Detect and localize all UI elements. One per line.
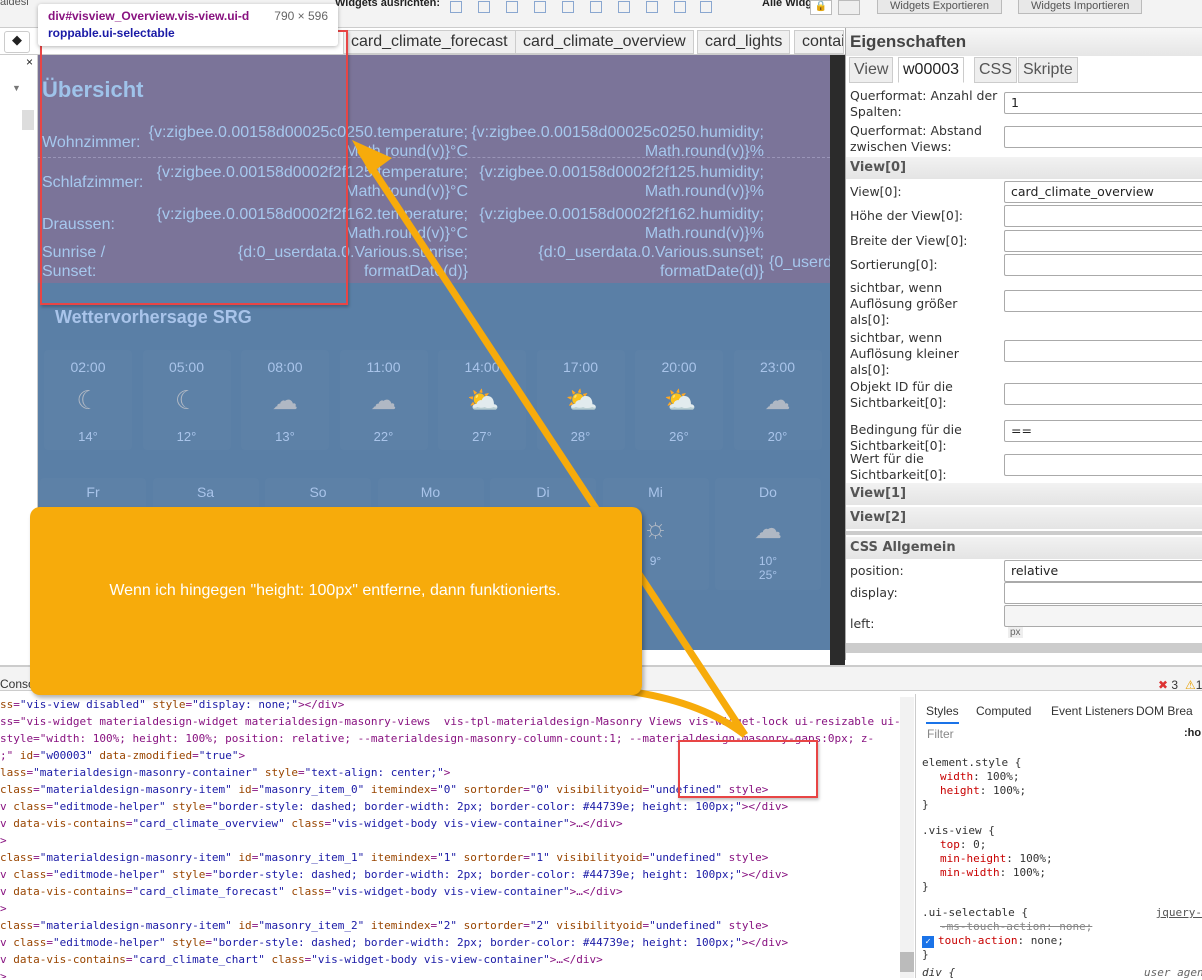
callout-text: Wenn ich hingegen "height: 100px" entfer… <box>109 582 561 599</box>
inspector-tooltip: div#visview_Overview.vis-view.ui-d 790 × … <box>38 4 338 46</box>
tooltip-selector-cont: roppable.ui-selectable <box>48 26 175 40</box>
annotation-callout: Wenn ich hingegen "height: 100px" entfer… <box>30 507 642 695</box>
tooltip-size: 790 × 596 <box>274 9 328 23</box>
arrowhead <box>352 140 392 174</box>
tooltip-selector: div#visview_Overview.vis-view.ui-d <box>48 9 250 23</box>
annotation-arrows <box>352 140 748 738</box>
